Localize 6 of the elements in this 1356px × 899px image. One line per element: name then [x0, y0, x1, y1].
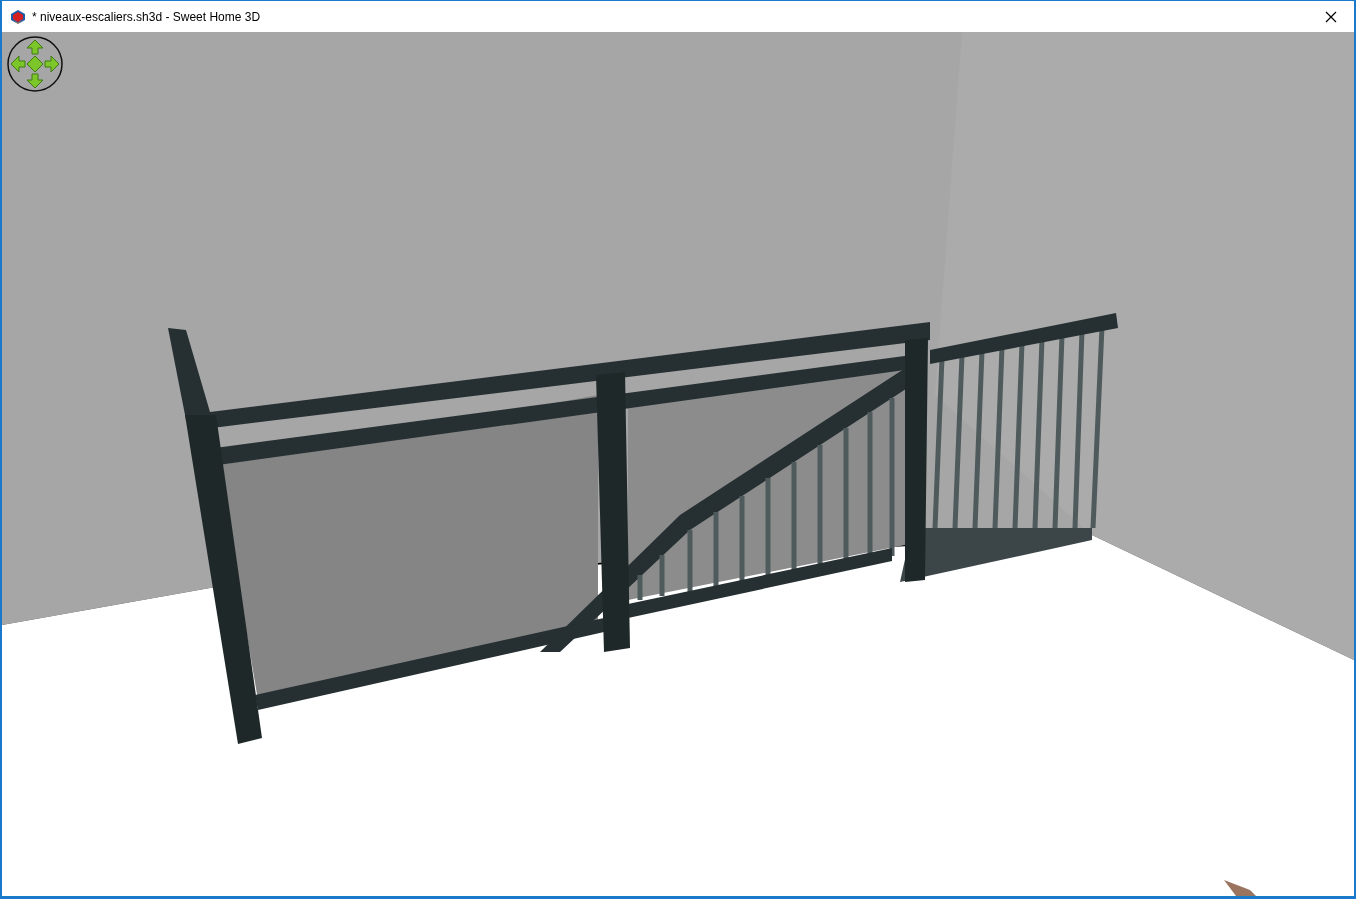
visitor-figure-drawing: [1224, 880, 1256, 896]
3d-room-view[interactable]: [2, 32, 1354, 896]
window-title: * niveaux-escaliers.sh3d - Sweet Home 3D: [32, 8, 261, 26]
close-icon: [1325, 10, 1337, 23]
app-icon: [10, 8, 26, 25]
navigation-arrows-icon[interactable]: [6, 35, 64, 93]
